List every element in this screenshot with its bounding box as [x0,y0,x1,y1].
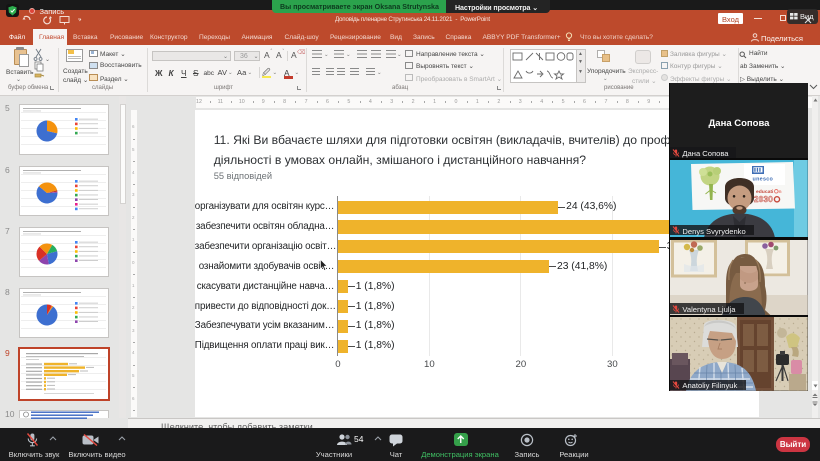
svg-text:n: n [779,189,782,195]
svg-text:2030: 2030 [754,195,773,204]
svg-text:unesco: unesco [753,176,774,182]
